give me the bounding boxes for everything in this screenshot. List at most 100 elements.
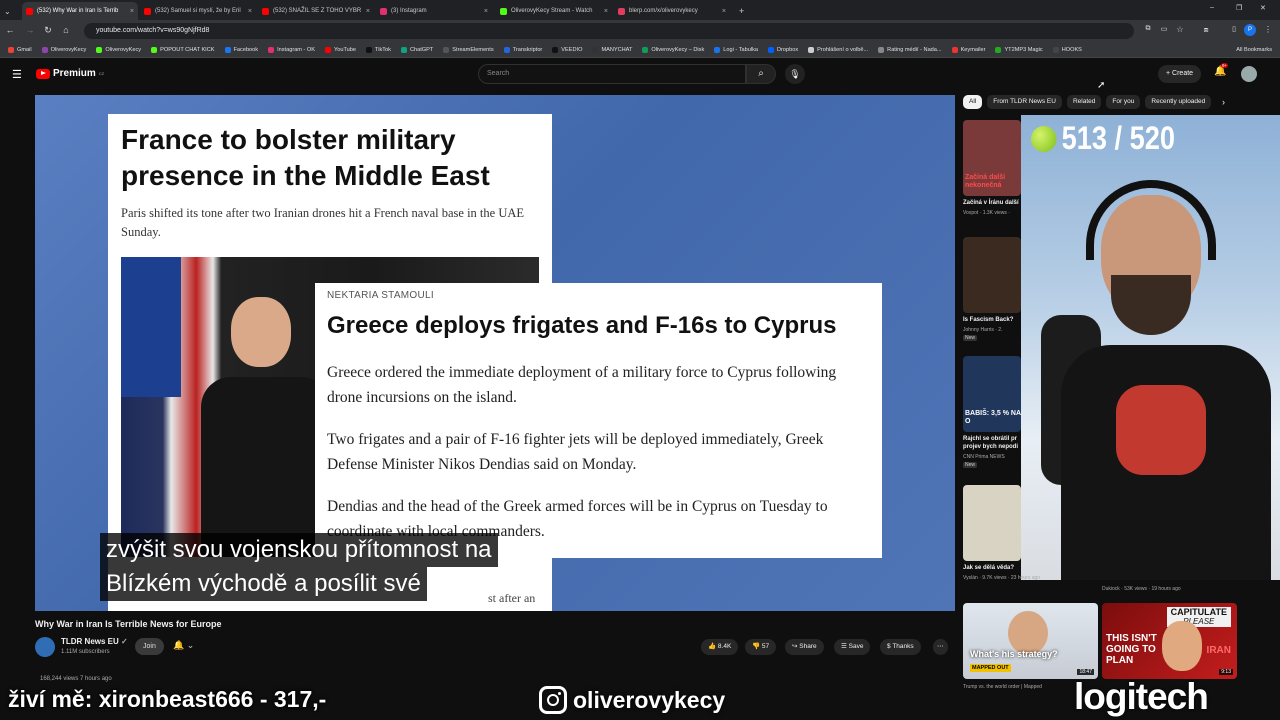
thanks-button[interactable]: $ Thanks — [880, 639, 921, 655]
browser-tab[interactable]: (532) SNAŽIL SE Z TOHO VYBR × — [258, 2, 374, 20]
sidebar-video-title[interactable]: projev bych nepodi — [963, 444, 1018, 450]
all-bookmarks-folder[interactable]: All Bookmarks — [1236, 47, 1280, 53]
join-button[interactable]: Join — [135, 638, 164, 655]
recommended-thumb-strategy[interactable]: What's his strategy? MAPPED OUT 18:47 — [963, 603, 1098, 679]
bookmark-item[interactable]: Transkriptor — [503, 46, 543, 53]
notifications-bell-icon[interactable]: 🔔 9+ — [1214, 63, 1229, 77]
filter-chip[interactable]: Related — [1066, 95, 1102, 109]
sidebar-video-title[interactable]: Is Fascism Back? — [963, 317, 1013, 323]
tab-label: (532) Samuel si myslí, že by Eril — [155, 8, 241, 14]
thumb-text-iran: IRAN — [1206, 645, 1231, 656]
close-tab-icon[interactable]: × — [484, 8, 488, 15]
bookmark-favicon-icon — [592, 46, 599, 53]
video-player[interactable]: France to bolster military presence in t… — [35, 95, 955, 611]
tab-search-button[interactable]: ⌄ — [0, 2, 20, 20]
hamburger-menu-icon[interactable]: ☰ — [12, 68, 22, 81]
bookmark-label: Transkriptor — [512, 46, 543, 53]
profile-avatar[interactable]: P — [1244, 24, 1256, 36]
microphone-icon[interactable]: 🎙 — [785, 64, 805, 84]
filter-chip[interactable]: From TLDR News EU — [987, 95, 1062, 109]
bookmark-item[interactable]: MANYCHAT — [592, 46, 632, 53]
subscription-bell-icon[interactable]: 🔔 ⌄ — [173, 640, 194, 651]
browser-tab[interactable]: blerp.com/x/oliverovykecy × — [614, 2, 730, 20]
search-icon[interactable]: ⌕ — [746, 64, 776, 84]
bookmark-favicon-icon — [366, 46, 373, 53]
save-button[interactable]: ☰ Save — [834, 639, 871, 655]
extensions-icon[interactable]: ⧈ — [1200, 25, 1212, 35]
sidebar-video-thumbnail[interactable] — [963, 485, 1021, 561]
share-button[interactable]: ↪ Share — [785, 639, 824, 655]
bookmark-item[interactable]: Instagram - OK — [268, 46, 315, 53]
maximize-icon[interactable]: ❐ — [1236, 4, 1242, 12]
bookmark-item[interactable]: StreamElements — [443, 46, 494, 53]
bookmark-item[interactable]: YouTube — [325, 46, 356, 53]
chevron-right-icon[interactable]: › — [1222, 97, 1225, 107]
forward-icon[interactable]: → — [24, 25, 36, 35]
close-window-icon[interactable]: ✕ — [1260, 4, 1266, 12]
tab-label: (532) Why War in Iran Is Terrib — [37, 8, 119, 14]
sidepanel-icon[interactable]: ▯ — [1228, 25, 1240, 33]
cast-icon[interactable]: ▭ — [1158, 25, 1170, 33]
browser-tab[interactable]: OliverovyKecy Stream - Watch × — [496, 2, 612, 20]
streamer-beard-image — [1111, 275, 1191, 335]
filter-chip[interactable]: Recently uploaded — [1145, 95, 1212, 109]
bookmark-item[interactable]: TikTok — [366, 46, 391, 53]
search-input[interactable]: Search — [478, 64, 746, 84]
account-avatar[interactable] — [1241, 66, 1257, 82]
channel-avatar[interactable] — [35, 637, 55, 657]
bookmark-star-icon[interactable]: ☆ — [1174, 25, 1186, 34]
bookmark-item[interactable]: YT2MP3 Magic — [995, 46, 1043, 53]
close-tab-icon[interactable]: × — [604, 8, 608, 15]
dislike-button[interactable]: 👎 57 — [745, 639, 777, 655]
bookmark-favicon-icon — [325, 46, 332, 53]
address-bar[interactable]: youtube.com/watch?v=ws90gNjfRd8 — [84, 23, 1134, 39]
bookmark-item[interactable]: Prohlášení o volbě... — [808, 46, 868, 53]
bookmark-item[interactable]: Facebook — [224, 46, 258, 53]
close-tab-icon[interactable]: × — [130, 8, 134, 15]
translate-icon[interactable]: ⧉ — [1142, 25, 1154, 33]
bookmark-item[interactable]: POPOUT CHAT KICK — [151, 46, 215, 53]
create-button[interactable]: + Create — [1158, 65, 1202, 83]
recommended-thumb-capitulate[interactable]: CAPITULATE PLEASE THIS ISN'T GOING TO PL… — [1102, 603, 1237, 679]
bookmark-item[interactable]: ChatGPT — [400, 46, 433, 53]
back-icon[interactable]: ← — [4, 25, 16, 35]
bookmark-item[interactable]: HOOKS — [1052, 46, 1082, 53]
bookmark-item[interactable]: Gmail — [8, 46, 32, 53]
new-tab-button[interactable]: + — [735, 2, 748, 20]
sidebar-video-title[interactable]: Začíná v Íránu další — [963, 200, 1019, 206]
bookmark-item[interactable]: OliverovyKecy – Disk — [642, 46, 704, 53]
filter-chip[interactable]: All — [963, 95, 983, 109]
bookmark-item[interactable]: OliverovyKecy — [41, 46, 86, 53]
more-actions-icon[interactable]: ⋯ — [933, 639, 948, 655]
browser-tab[interactable]: (532) Why War in Iran Is Terrib × — [22, 2, 138, 20]
bookmark-item[interactable]: Keymailer — [951, 46, 985, 53]
close-tab-icon[interactable]: × — [248, 8, 252, 15]
sidebar-video-title[interactable]: Jak se dělá věda? — [963, 565, 1014, 571]
bookmark-item[interactable]: VEEDIO — [552, 46, 582, 53]
sidebar-video-thumbnail[interactable] — [963, 237, 1021, 313]
sidebar-video-title[interactable]: Rajchl se obrátil pr — [963, 436, 1017, 442]
minimize-icon[interactable]: – — [1210, 4, 1214, 11]
home-icon[interactable]: ⌂ — [60, 25, 72, 35]
channel-name[interactable]: TLDR News EU ✓ — [61, 637, 128, 646]
bookmarks-bar: Gmail OliverovyKecy OliverovyKecy POPOUT CH… — [0, 42, 1280, 58]
like-button[interactable]: 👍 8.4K — [701, 639, 739, 655]
sidebar-video-thumbnail[interactable]: Začíná další nekonečná — [963, 120, 1021, 196]
menu-kebab-icon[interactable]: ⋮ — [1262, 25, 1274, 34]
sidebar-video-thumbnail[interactable]: BABIŠ: 3,5 % NA O — [963, 356, 1021, 432]
bookmark-item[interactable]: Logi - Tabulka — [714, 46, 758, 53]
browser-tab[interactable]: (532) Samuel si myslí, že by Eril × — [140, 2, 256, 20]
bookmark-favicon-icon — [552, 46, 559, 53]
bookmark-item[interactable]: Rating médií - Nada... — [878, 46, 942, 53]
close-tab-icon[interactable]: × — [722, 8, 726, 15]
browser-tab[interactable]: (3) Instagram × — [376, 2, 492, 20]
bookmark-item[interactable]: Dropbox — [768, 46, 798, 53]
sub-goal-counter: 513 / 520 — [1031, 120, 1175, 157]
browser-toolbar: ← → ↻ ⌂ youtube.com/watch?v=ws90gNjfRd8 … — [0, 20, 1280, 42]
bookmark-item[interactable]: OliverovyKecy — [96, 46, 141, 53]
youtube-logo[interactable]: Premium CZ — [36, 68, 104, 79]
filter-chip[interactable]: For you — [1106, 95, 1141, 109]
close-tab-icon[interactable]: × — [366, 8, 370, 15]
article-subhead-france: Paris shifted its tone after two Iranian… — [121, 206, 525, 239]
reload-icon[interactable]: ↻ — [42, 25, 54, 36]
